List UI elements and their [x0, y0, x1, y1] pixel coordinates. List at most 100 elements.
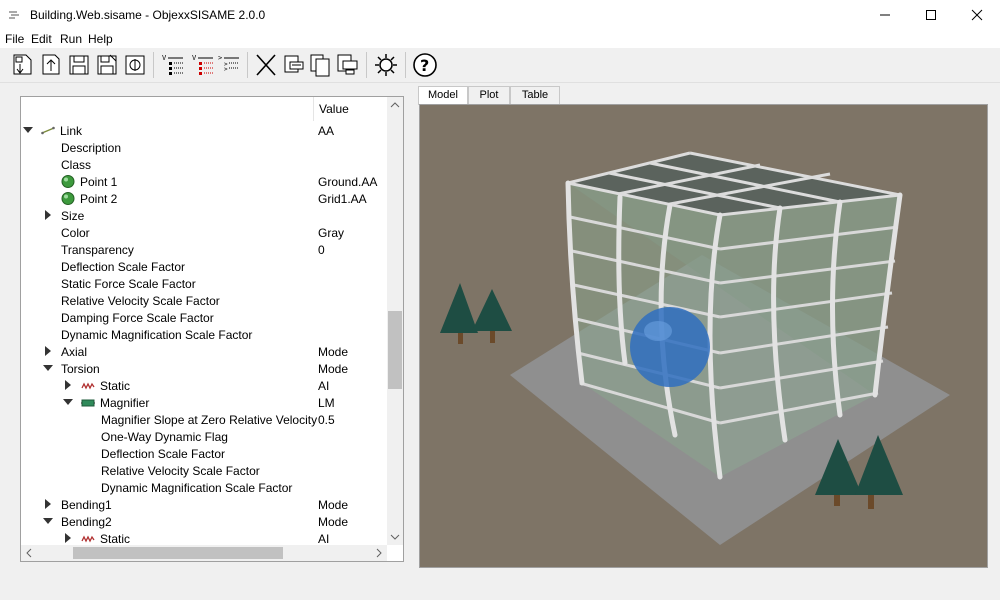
svg-text:V: V — [192, 54, 197, 62]
menu-run[interactable]: Run — [60, 32, 82, 46]
tree-row-label: Static — [100, 532, 131, 546]
model-viewport[interactable] — [419, 104, 988, 568]
paste-button[interactable] — [334, 51, 360, 79]
tree-row[interactable]: Dynamic Magnification Scale Factor — [21, 326, 387, 343]
tree-row-value[interactable]: AI — [318, 379, 329, 393]
tree-row-value[interactable]: Grid1.AA — [318, 192, 367, 206]
tree-expand-icon: V — [162, 54, 183, 75]
scroll-right-icon — [376, 548, 382, 558]
tree-row[interactable]: Static Force Scale Factor — [21, 275, 387, 292]
tree-row[interactable]: Link AA — [21, 122, 387, 139]
svg-text:?: ? — [420, 56, 429, 75]
tree-row[interactable]: Dynamic Magnification Scale Factor — [21, 479, 387, 496]
copy-button[interactable] — [307, 51, 333, 79]
collapsed-arrow-icon[interactable] — [63, 380, 73, 390]
tab-plot[interactable]: Plot — [468, 86, 510, 104]
help-button[interactable]: ? — [412, 51, 438, 79]
tree-list-icon: V — [192, 54, 213, 75]
save-icon — [69, 55, 89, 75]
tree-row[interactable]: Magnifier Slope at Zero Relative Velocit… — [21, 411, 387, 428]
menu-edit[interactable]: Edit — [31, 32, 52, 46]
tree-row-value[interactable]: AI — [318, 532, 329, 546]
open-button[interactable] — [38, 51, 64, 79]
tree-row[interactable]: Relative Velocity Scale Factor — [21, 292, 387, 309]
save-button[interactable] — [66, 51, 92, 79]
tree-row[interactable]: Damping Force Scale Factor — [21, 309, 387, 326]
tab-model[interactable]: Model — [418, 86, 468, 105]
new-button[interactable] — [10, 51, 36, 79]
expanded-arrow-icon[interactable] — [23, 125, 33, 135]
column-separator[interactable] — [313, 97, 314, 121]
property-tree[interactable]: Value Link AA Description Class Point 1 Groun… — [20, 96, 404, 562]
tree-row-value[interactable]: AA — [318, 124, 334, 138]
tree-row[interactable]: Deflection Scale Factor — [21, 445, 387, 462]
tree-row[interactable]: Class — [21, 156, 387, 173]
cut-button[interactable] — [280, 51, 306, 79]
vertical-scrollbar[interactable] — [387, 97, 403, 545]
maximize-button[interactable] — [908, 0, 954, 30]
tree-row-value[interactable]: 0.5 — [318, 413, 335, 427]
tree-row[interactable]: Transparency 0 — [21, 241, 387, 258]
tree-row-label: Size — [61, 209, 85, 223]
menu-help[interactable]: Help — [88, 32, 113, 46]
save-as-button[interactable] — [94, 51, 120, 79]
tree-row[interactable]: Magnifier LM — [21, 394, 387, 411]
minimize-button[interactable] — [862, 0, 908, 30]
close-file-button[interactable] — [122, 51, 148, 79]
collapsed-arrow-icon[interactable] — [43, 346, 53, 356]
expanded-arrow-icon[interactable] — [63, 397, 73, 407]
tree-row[interactable]: Torsion Mode — [21, 360, 387, 377]
copy-icon — [310, 54, 330, 77]
delete-button[interactable] — [253, 51, 279, 79]
menu-bar: File Edit Run Help — [0, 30, 1000, 48]
tree-row-value[interactable]: Ground.AA — [318, 175, 377, 189]
collapsed-arrow-icon[interactable] — [63, 533, 73, 543]
minimize-icon — [880, 14, 890, 16]
value-column-header[interactable]: Value — [319, 102, 349, 116]
tree-row-value[interactable]: LM — [318, 396, 335, 410]
close-button[interactable] — [954, 0, 1000, 30]
tree-row[interactable]: Point 1 Ground.AA — [21, 173, 387, 190]
expanded-arrow-icon[interactable] — [43, 363, 53, 373]
toolbar-separator — [247, 52, 248, 78]
tree-row-value[interactable]: Mode — [318, 362, 348, 376]
tree-list-button[interactable]: V — [190, 51, 216, 79]
tree-row[interactable]: Axial Mode — [21, 343, 387, 360]
horizontal-scrollbar[interactable] — [21, 545, 387, 561]
tree-row-value[interactable]: 0 — [318, 243, 325, 257]
vertical-scroll-thumb — [388, 311, 402, 389]
collapsed-arrow-icon[interactable] — [43, 499, 53, 509]
tree-row[interactable]: Bending1 Mode — [21, 496, 387, 513]
tree-row[interactable]: Relative Velocity Scale Factor — [21, 462, 387, 479]
tree-row-label: Relative Velocity Scale Factor — [61, 294, 220, 308]
tree-row-value[interactable]: Mode — [318, 345, 348, 359]
tree-expand-button[interactable]: V — [160, 51, 186, 79]
mass-sphere — [630, 307, 710, 387]
toolbar-separator — [366, 52, 367, 78]
tree-row-value[interactable]: Mode — [318, 515, 348, 529]
tab-table[interactable]: Table — [510, 86, 560, 104]
tree-row-label: Bending1 — [61, 498, 112, 512]
settings-button[interactable] — [373, 51, 399, 79]
help-icon: ? — [413, 53, 437, 77]
tree-row[interactable]: Point 2 Grid1.AA — [21, 190, 387, 207]
expanded-arrow-icon[interactable] — [43, 516, 53, 526]
scroll-down-icon — [390, 534, 400, 540]
tree-row[interactable]: Static AI — [21, 377, 387, 394]
tree-row[interactable]: Deflection Scale Factor — [21, 258, 387, 275]
tree-row-value[interactable]: Mode — [318, 498, 348, 512]
tree-row[interactable]: Bending2 Mode — [21, 513, 387, 530]
menu-file[interactable]: File — [5, 32, 24, 46]
tree-row[interactable]: Description — [21, 139, 387, 156]
paste-icon — [337, 54, 358, 75]
tree-row-label: Damping Force Scale Factor — [61, 311, 214, 325]
tree-row[interactable]: One-Way Dynamic Flag — [21, 428, 387, 445]
toolbar-separator — [405, 52, 406, 78]
tree-row[interactable]: Size — [21, 207, 387, 224]
tree-row[interactable]: Color Gray — [21, 224, 387, 241]
tree-row-label: Dynamic Magnification Scale Factor — [101, 481, 293, 495]
tree-values-button[interactable]: > > > — [216, 51, 242, 79]
tree-row-value[interactable]: Gray — [318, 226, 344, 240]
collapsed-arrow-icon[interactable] — [43, 210, 53, 220]
maximize-icon — [926, 10, 936, 20]
